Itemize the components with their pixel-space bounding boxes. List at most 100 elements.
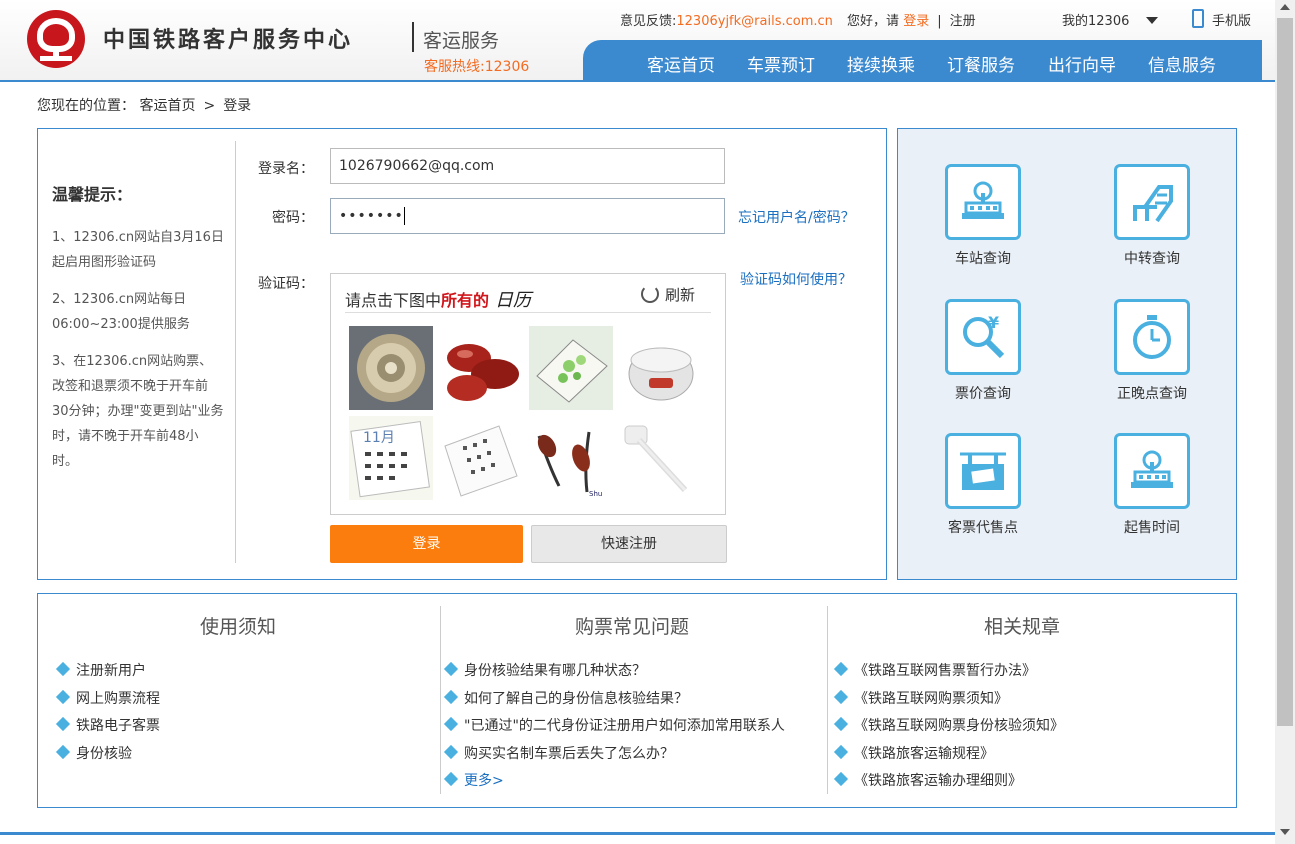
ticket-agency-icon bbox=[945, 433, 1021, 509]
scrollbar-thumb[interactable] bbox=[1277, 18, 1293, 726]
svg-text:¥: ¥ bbox=[988, 313, 999, 332]
password-input[interactable]: ••••••• bbox=[330, 198, 725, 234]
captcha-refresh-label: 刷新 bbox=[665, 286, 696, 304]
quick-register-button[interactable]: 快速注册 bbox=[531, 525, 727, 563]
station-icon bbox=[945, 164, 1021, 240]
tip-item: 1、12306.cn网站自3月16日起启用图形验证码 bbox=[52, 230, 224, 270]
mobile-version-link[interactable]: 手机版 bbox=[1212, 10, 1251, 29]
captcha-tile-4[interactable] bbox=[619, 326, 703, 410]
captcha-tile-7[interactable]: Shu bbox=[529, 416, 613, 500]
forgot-password-link[interactable]: 忘记用户名/密码？ bbox=[738, 207, 855, 227]
quick-services-panel: 车站查询 中转查询 ¥ 票价查询 正晚点查询 客票代售点 起售时间 bbox=[897, 128, 1237, 580]
service-punctuality-query[interactable]: 正晚点查询 bbox=[1097, 299, 1207, 403]
top-register-link[interactable]: 注册 bbox=[950, 14, 976, 29]
faq-item[interactable]: "已通过"的二代身份证注册用户如何添加常用联系人 bbox=[443, 715, 785, 743]
captcha-prompt-emphasis: 所有的 bbox=[441, 291, 490, 310]
rules-item[interactable]: 《铁路互联网购票须知》 bbox=[833, 688, 1064, 716]
notice-item[interactable]: 注册新用户 bbox=[55, 660, 160, 688]
nav-home[interactable]: 客运首页 bbox=[647, 51, 715, 76]
feedback-label: 意见反馈: bbox=[620, 14, 677, 29]
login-button[interactable]: 登录 bbox=[330, 525, 523, 563]
rules-item[interactable]: 《铁路互联网购票身份核验须知》 bbox=[833, 715, 1064, 743]
service-sale-time[interactable]: 起售时间 bbox=[1097, 433, 1207, 537]
nav-transfer[interactable]: 接续换乘 bbox=[847, 51, 915, 76]
breadcrumb-prefix: 您现在的位置： bbox=[37, 98, 135, 114]
faq-list: 身份核验结果有哪几种状态？ 如何了解自己的身份信息核验结果？ "已通过"的二代身… bbox=[443, 660, 785, 798]
captcha-help-link[interactable]: 验证码如何使用？ bbox=[740, 269, 852, 289]
notice-item[interactable]: 身份核验 bbox=[55, 743, 160, 771]
diamond-bullet-icon bbox=[833, 689, 849, 704]
faq-item-label: 身份核验结果有哪几种状态？ bbox=[464, 663, 646, 679]
rules-item-label: 《铁路旅客运输规程》 bbox=[854, 745, 994, 762]
faq-item[interactable]: 身份核验结果有哪几种状态？ bbox=[443, 660, 785, 688]
top-login-link[interactable]: 登录 bbox=[903, 14, 929, 29]
chevron-down-icon[interactable] bbox=[1146, 17, 1158, 24]
captcha-tile-8[interactable] bbox=[619, 416, 703, 500]
nav-info-service[interactable]: 信息服务 bbox=[1148, 51, 1216, 76]
captcha-tile-6[interactable] bbox=[439, 416, 523, 500]
diamond-bullet-icon bbox=[55, 661, 71, 677]
stopwatch-icon bbox=[1114, 299, 1190, 375]
svg-text:Shu: Shu bbox=[589, 490, 602, 498]
notice-item-label: 铁路电子客票 bbox=[76, 718, 160, 734]
info-panel: 使用须知 注册新用户 网上购票流程 铁路电子客票 身份核验 购票常见问题 身份核… bbox=[37, 593, 1237, 808]
notice-item[interactable]: 铁路电子客票 bbox=[55, 715, 160, 743]
captcha-tile-3[interactable] bbox=[529, 326, 613, 410]
rules-item[interactable]: 《铁路旅客运输办理细则》 bbox=[833, 770, 1064, 798]
captcha-tile-5[interactable]: 11月 bbox=[349, 416, 433, 500]
breadcrumb-current: 登录 bbox=[223, 98, 252, 114]
username-input[interactable]: 1026790662@qq.com bbox=[330, 148, 725, 184]
nav-travel-guide[interactable]: 出行向导 bbox=[1048, 51, 1116, 76]
password-value: ••••••• bbox=[339, 208, 404, 224]
svg-text:11月: 11月 bbox=[363, 430, 395, 446]
sale-time-icon bbox=[1114, 433, 1190, 509]
captcha-box: 请点击下图中所有的 日历 刷新 11月 Shu bbox=[330, 273, 726, 515]
service-ticket-agency[interactable]: 客票代售点 bbox=[928, 433, 1038, 537]
faq-item-label: 购买实名制车票后丢失了怎么办？ bbox=[464, 745, 674, 762]
captcha-divider bbox=[345, 312, 711, 313]
mobile-phone-icon[interactable] bbox=[1192, 9, 1204, 28]
notice-column: 使用须知 注册新用户 网上购票流程 铁路电子客票 身份核验 bbox=[38, 604, 438, 794]
scroll-down-icon[interactable] bbox=[1280, 829, 1290, 835]
footer-line bbox=[0, 832, 1275, 835]
my12306-menu[interactable]: 我的12306 bbox=[1062, 10, 1129, 29]
diamond-bullet-icon bbox=[443, 744, 459, 759]
captcha-tile-2[interactable] bbox=[439, 326, 523, 410]
nav-meal[interactable]: 订餐服务 bbox=[947, 51, 1015, 76]
service-fare-query[interactable]: ¥ 票价查询 bbox=[928, 299, 1038, 403]
top-divider: | bbox=[937, 14, 942, 29]
faq-more-link[interactable]: 更多> bbox=[443, 770, 785, 798]
diamond-bullet-icon bbox=[55, 689, 71, 704]
rules-item-label: 《铁路互联网购票身份核验须知》 bbox=[854, 718, 1064, 734]
rules-item[interactable]: 《铁路旅客运输规程》 bbox=[833, 743, 1064, 771]
breadcrumb-home-link[interactable]: 客运首页 bbox=[139, 98, 195, 114]
faq-column: 购票常见问题 身份核验结果有哪几种状态？ 如何了解自己的身份信息核验结果？ "已… bbox=[426, 604, 838, 794]
diamond-bullet-icon bbox=[833, 771, 849, 787]
scroll-up-icon[interactable] bbox=[1280, 4, 1290, 10]
tips-box: 温馨提示： 1、12306.cn网站自3月16日起启用图形验证码 2、12306… bbox=[52, 181, 224, 486]
username-label: 登录名： bbox=[258, 161, 314, 177]
railway-logo[interactable] bbox=[27, 10, 85, 68]
notice-item-label: 网上购票流程 bbox=[76, 690, 160, 707]
tip-item: 2、12306.cn网站每日06:00~23:00提供服务 bbox=[52, 292, 190, 332]
faq-item[interactable]: 购买实名制车票后丢失了怎么办？ bbox=[443, 743, 785, 771]
service-label: 正晚点查询 bbox=[1117, 386, 1187, 402]
diamond-bullet-icon bbox=[443, 689, 459, 704]
nav-ticket-booking[interactable]: 车票预订 bbox=[747, 51, 815, 76]
refresh-icon bbox=[641, 285, 659, 303]
service-station-query[interactable]: 车站查询 bbox=[928, 164, 1038, 268]
rules-list: 《铁路互联网售票暂行办法》 《铁路互联网购票须知》 《铁路互联网购票身份核验须知… bbox=[833, 660, 1064, 798]
tip-item: 3、在12306.cn网站购票、改签和退票须不晚于开车前30分钟；办理"变更到站… bbox=[52, 354, 224, 469]
feedback-email-link[interactable]: 12306yjfk@rails.com.cn bbox=[676, 14, 833, 29]
vertical-scrollbar[interactable] bbox=[1275, 0, 1295, 844]
captcha-prompt-text: 请点击下图中 bbox=[345, 291, 442, 310]
captcha-refresh-button[interactable]: 刷新 bbox=[641, 284, 695, 305]
captcha-tile-1[interactable] bbox=[349, 326, 433, 410]
rules-item-label: 《铁路互联网售票暂行办法》 bbox=[854, 663, 1036, 679]
password-label: 密码： bbox=[272, 210, 314, 226]
notice-item[interactable]: 网上购票流程 bbox=[55, 688, 160, 716]
brand-title: 中国铁路客户服务中心 bbox=[103, 27, 354, 53]
rules-item[interactable]: 《铁路互联网售票暂行办法》 bbox=[833, 660, 1064, 688]
faq-item[interactable]: 如何了解自己的身份信息核验结果？ bbox=[443, 688, 785, 716]
service-transfer-query[interactable]: 中转查询 bbox=[1097, 164, 1207, 268]
